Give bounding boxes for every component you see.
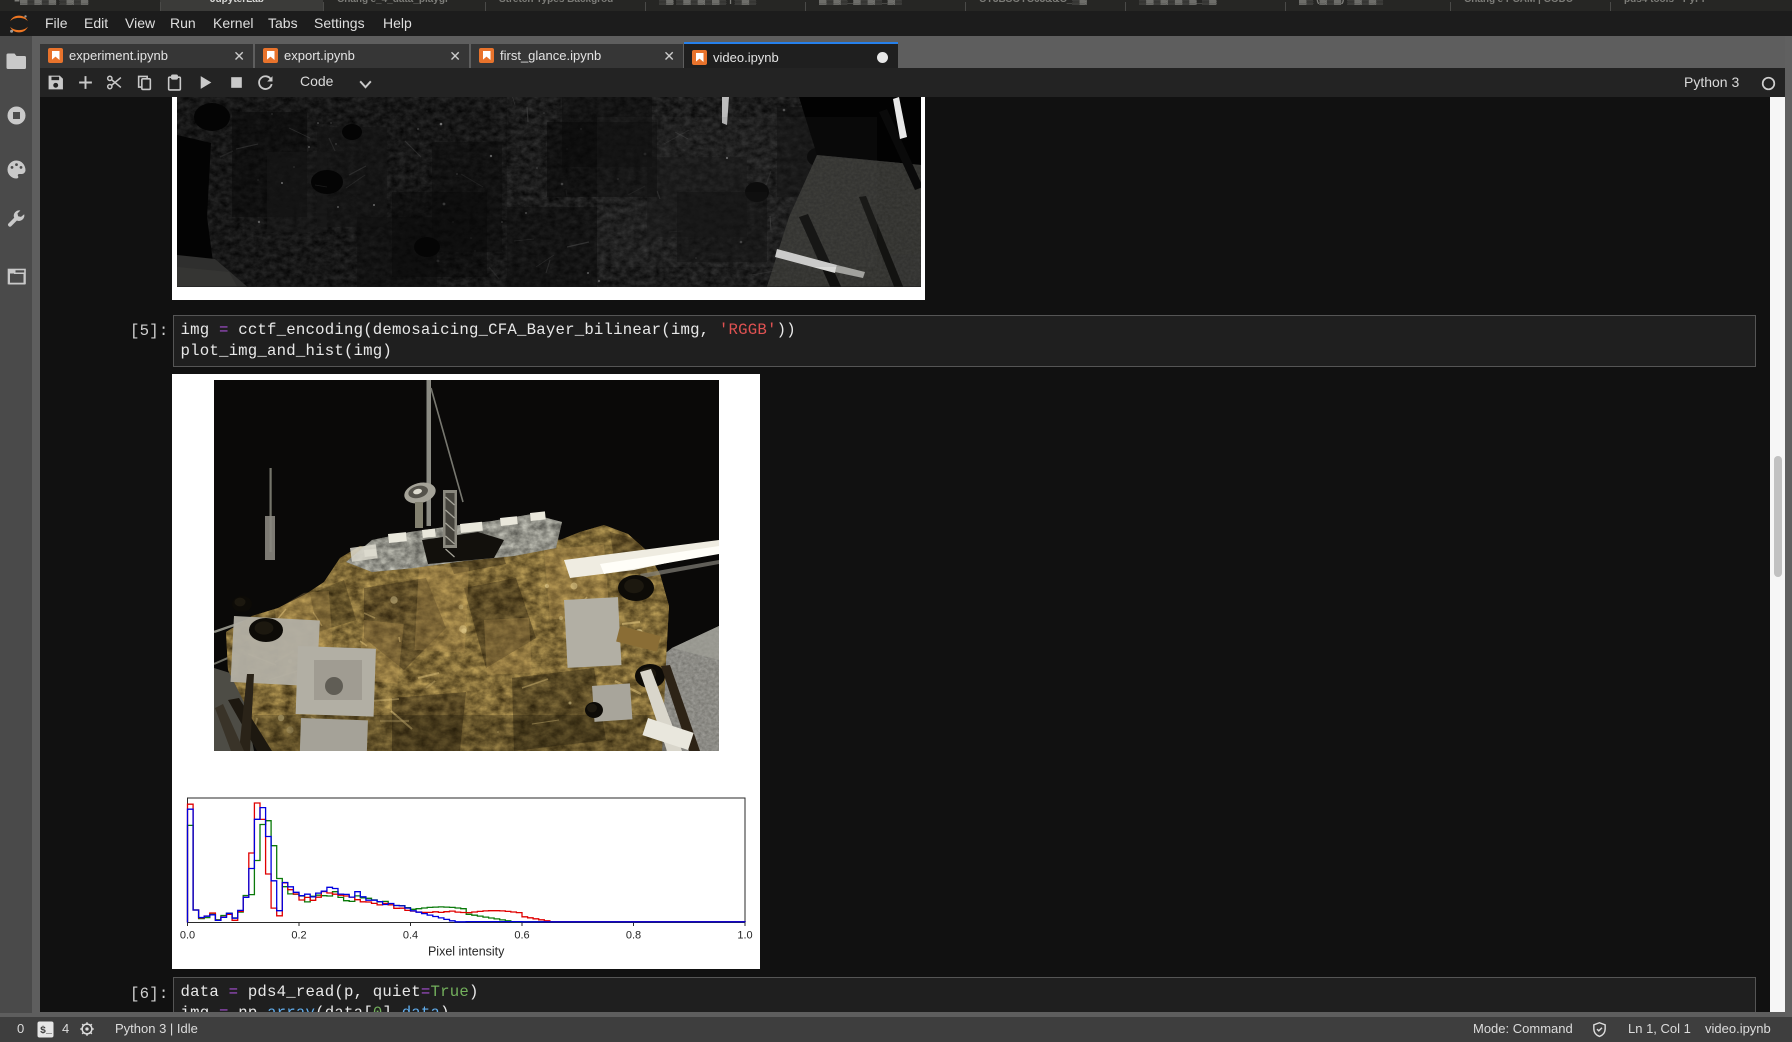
svg-text:Pixel intensity: Pixel intensity <box>428 945 505 959</box>
svg-text:0.6: 0.6 <box>514 930 529 942</box>
svg-text:0.8: 0.8 <box>626 930 641 942</box>
svg-text:0.0: 0.0 <box>180 930 195 942</box>
svg-text:1.0: 1.0 <box>737 930 752 942</box>
svg-text:0.4: 0.4 <box>403 930 418 942</box>
svg-text:0.2: 0.2 <box>291 930 306 942</box>
svg-text:$_: $_ <box>40 1025 53 1037</box>
